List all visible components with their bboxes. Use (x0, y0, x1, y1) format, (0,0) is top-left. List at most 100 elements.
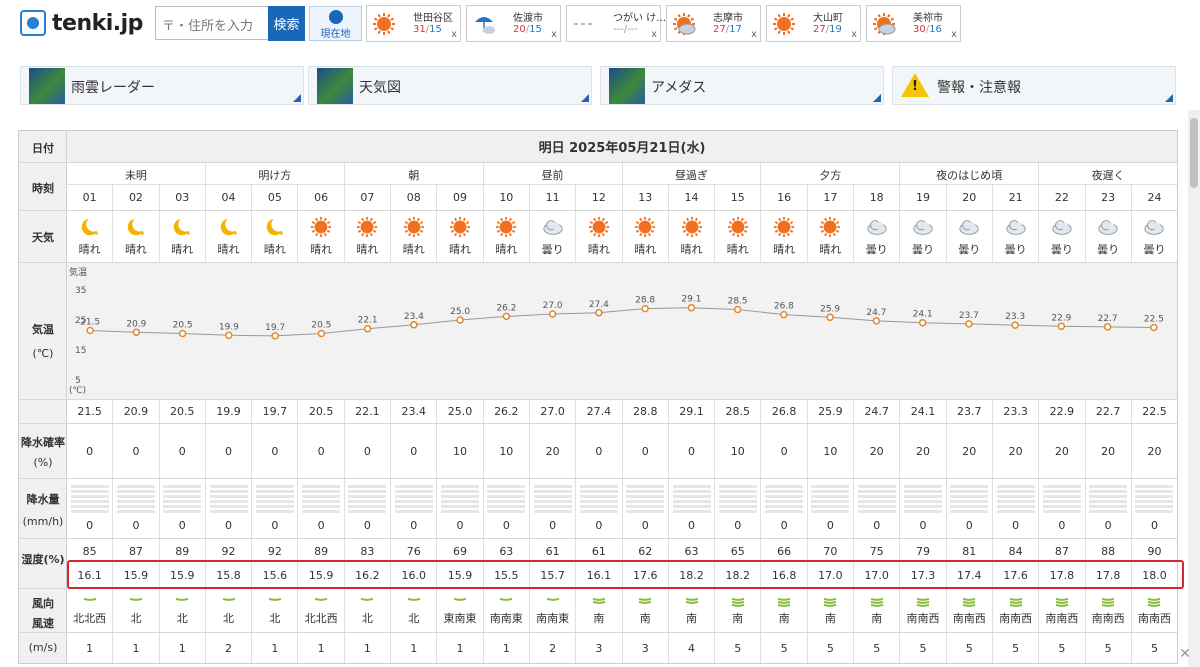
precip-bar-empty (857, 485, 896, 513)
precip-amount-cell: 0 (1132, 479, 1177, 538)
wind-arrow-icon (870, 598, 883, 607)
search-input[interactable]: 〒・住所を入力 (155, 6, 269, 40)
temperature-value: 19.7 (252, 400, 299, 423)
favorite-city-card[interactable]: 大山町 27/19 x (766, 5, 861, 42)
hourly-forecast-table: 日付 明日 2025年05月21日(水) 時刻 未明 明け方朝昼前 昼過ぎ 夕方 夜のは… (18, 130, 1178, 664)
hour-label: 21 (993, 185, 1040, 210)
moon-icon (127, 216, 147, 236)
favorite-city-card[interactable]: 世田谷区 31/15 x (366, 5, 461, 42)
precip-amount-cell: 0 (576, 479, 623, 538)
temperature-value: 22.7 (1086, 400, 1132, 423)
precip-prob-value: 10 (808, 424, 855, 478)
precip-amount-cell: 0 (854, 479, 901, 538)
wind-speed-value: 5 (1150, 641, 1158, 655)
favorite-city-card[interactable]: つがい け… ---/--- x (566, 5, 666, 42)
precip-amount-cell: 0 (900, 479, 947, 538)
weather-cell: 晴れ (113, 211, 160, 262)
dewpoint-value: 17.3 (910, 569, 936, 583)
wind-direction-text: 南南西 (952, 612, 986, 625)
wind-arrow-icon (407, 598, 420, 602)
remove-city-button[interactable]: x (651, 29, 657, 40)
weather-cell: 晴れ (160, 211, 206, 262)
precip-prob-value: 0 (67, 424, 114, 478)
favorite-city-card[interactable]: 美祢市 30/16 x (866, 5, 961, 42)
hour-label: 02 (113, 185, 160, 210)
current-location-button[interactable]: 現在地 (309, 6, 362, 41)
wind-direction-text: 南 (871, 612, 883, 625)
weather-text: 晴れ (217, 243, 240, 256)
weather-cell: 曇り (1132, 211, 1177, 262)
close-icon[interactable]: ✕ (1176, 645, 1194, 663)
precip-prob-value: 0 (345, 424, 392, 478)
city-temps: 27/19 (813, 24, 842, 35)
humidity-cell: 92 15.8 (206, 539, 253, 588)
nav-amedas[interactable]: アメダス (600, 66, 884, 105)
wind-speed-value: 5 (993, 633, 1040, 663)
wind-direction-text: 南 (593, 612, 605, 625)
temperature-point (548, 310, 557, 318)
humidity-cell: 83 16.2 (345, 539, 392, 588)
precip-amount-value: 0 (965, 519, 973, 532)
dewpoint-value: 15.9 (308, 569, 334, 583)
weather-map-thumbnail (317, 68, 353, 104)
remove-city-button[interactable]: x (951, 29, 957, 40)
wind-direction-cell: 南南西 (1086, 589, 1132, 632)
remove-city-button[interactable]: x (751, 29, 757, 40)
remove-city-button[interactable]: x (451, 29, 457, 40)
temperature-data-label: 29.1 (681, 295, 701, 305)
nav-warnings[interactable]: ! 警報・注意報 (892, 66, 1176, 105)
city-name: 大山町 (813, 13, 843, 24)
sun-icon (727, 216, 748, 238)
scrollbar-thumb[interactable] (1190, 118, 1198, 188)
temperature-data-label: 22.9 (1051, 313, 1071, 323)
logo[interactable]: tenki.jp (20, 8, 145, 38)
temperature-data-label: 28.8 (635, 296, 655, 306)
wind-direction-cell: 南南東 (530, 589, 577, 632)
precip-amount-value: 0 (641, 519, 649, 532)
wind-direction-cell: 北 (391, 589, 438, 632)
temperature-data-label: 21.5 (80, 318, 100, 328)
wind-direction-text: 東南東 (443, 612, 477, 625)
weather-text: 晴れ (263, 243, 286, 256)
favorite-city-card[interactable]: 志摩市 27/17 x (666, 5, 761, 42)
corner-arrow-icon (581, 94, 589, 102)
nav-label: 天気図 (359, 80, 401, 96)
wind-arrow-icon (1148, 598, 1161, 607)
nav-label: 雨雲レーダー (71, 80, 155, 96)
scrollbar[interactable] (1188, 110, 1200, 667)
precip-amount-cell: 0 (67, 479, 114, 538)
remove-city-button[interactable]: x (551, 29, 557, 40)
nav-weather-map[interactable]: 天気図 (308, 66, 592, 105)
wind-speed-value: 1 (160, 633, 206, 663)
precip-prob-value: 20 (947, 424, 993, 478)
precip-bar-empty (1135, 485, 1174, 513)
temperature-point (132, 328, 141, 337)
y-tick-label: 15 (75, 346, 86, 356)
wind-direction-text: 北 (223, 612, 235, 625)
precip-amount-value: 0 (549, 519, 557, 532)
wind-direction-cell: 南 (715, 589, 762, 632)
precip-bar-empty (765, 485, 804, 513)
remove-city-button[interactable]: x (851, 29, 857, 40)
weather-cell: 晴れ (484, 211, 530, 262)
favorite-city-card[interactable]: 佐渡市 20/15 x (466, 5, 561, 42)
humidity-cell: 76 16.0 (391, 539, 438, 588)
search-button[interactable]: 検索 (268, 6, 305, 41)
temperature-point (1103, 323, 1112, 331)
wind-speed-row: (m/s) 111211111123345555555555 (19, 633, 1177, 663)
precip-prob-value: 0 (252, 424, 299, 478)
humidity-cell: 62 17.6 (623, 539, 669, 588)
wind-arrow-icon (685, 598, 698, 605)
cloud-icon (542, 220, 563, 235)
precip-prob-value: 20 (993, 424, 1040, 478)
precip-bar-empty (533, 485, 572, 513)
humidity-value: 85 (82, 544, 97, 558)
city-weather-icon (872, 12, 896, 36)
dewpoint-value: 16.0 (401, 569, 426, 583)
precip-amount-value: 0 (502, 519, 510, 532)
cloud-icon (1052, 220, 1072, 235)
row-header: (m/s) (19, 633, 67, 663)
hour-label: 14 (669, 185, 716, 210)
precip-amount-value: 0 (86, 519, 94, 532)
nav-rain-radar[interactable]: 雨雲レーダー (20, 66, 304, 105)
